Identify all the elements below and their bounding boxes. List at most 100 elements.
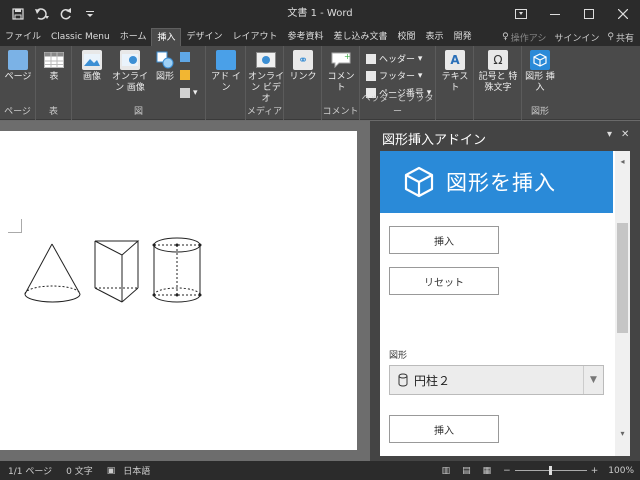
addin-button[interactable]: アド イン (210, 50, 242, 94)
tab-developer[interactable]: 開発 (449, 28, 477, 46)
group-links: ⚭ リンク (284, 46, 322, 120)
comment-button[interactable]: + コメント (324, 50, 358, 94)
tab-design[interactable]: デザイン (181, 28, 227, 46)
shapes-label: 図形 (155, 72, 174, 82)
page-count[interactable]: 1/1 ページ (8, 464, 52, 477)
tab-references[interactable]: 参考資料 (283, 28, 329, 46)
shape-select[interactable]: 円柱２ ▼ (389, 365, 604, 395)
online-picture-label: オンライン 画像 (111, 72, 148, 93)
group-symbols: Ω 記号と 特殊文字 (474, 46, 522, 120)
signin-link[interactable]: サインイン (554, 31, 599, 44)
insert-button-2[interactable]: 挿入 (389, 415, 499, 443)
page-icon (8, 50, 28, 70)
word-count[interactable]: 0 文字 (66, 464, 93, 477)
cone-shape (24, 243, 81, 303)
link-button[interactable]: ⚭ リンク (288, 50, 318, 83)
tab-file[interactable]: ファイル (0, 28, 46, 46)
pane-close-icon[interactable]: ✕ (621, 129, 629, 140)
footer-icon (366, 70, 376, 81)
chevron-down-icon[interactable]: ▼ (583, 366, 603, 394)
zoom-knob[interactable] (548, 466, 552, 475)
tab-home[interactable]: ホーム (115, 28, 152, 46)
addin-label: アド イン (211, 72, 241, 93)
scroll-thumb[interactable] (617, 223, 628, 333)
ribbon-tabs: ファイル Classic Menu ホーム 挿入 デザイン レイアウト 参考資料… (0, 28, 640, 46)
proofing-icon[interactable]: ▣ (107, 466, 116, 476)
footer-button[interactable]: フッター ▾ (366, 69, 422, 82)
insert-button[interactable]: 挿入 (389, 226, 499, 254)
shape-select-value: 円柱２ (414, 373, 451, 388)
save-icon[interactable] (6, 0, 30, 28)
zoom-slider[interactable] (514, 466, 587, 475)
tell-me-icon[interactable]: ♀ (502, 32, 509, 42)
tab-insert[interactable]: 挿入 (151, 28, 182, 46)
read-mode-icon[interactable]: ▥ (442, 466, 451, 476)
zoom-in-icon[interactable]: + (591, 466, 599, 476)
shapes-button[interactable]: 図形 (152, 50, 178, 83)
zoom-level[interactable]: 100% (608, 466, 634, 476)
scroll-up-arrow[interactable]: ◂ (617, 157, 628, 166)
language-indicator[interactable]: 日本語 (123, 464, 150, 477)
share-button[interactable]: 共有 (616, 31, 634, 44)
tab-classic-menu[interactable]: Classic Menu (46, 28, 115, 46)
chart-button[interactable] (180, 70, 193, 80)
header-button[interactable]: ヘッダー ▾ (366, 52, 422, 65)
group-label-comment: コメント (322, 107, 359, 117)
screenshot-button[interactable]: ▾ (180, 88, 198, 98)
customize-icon[interactable] (78, 0, 102, 28)
task-pane-title: 図形挿入アドイン (382, 133, 487, 148)
tell-me-box[interactable]: 操作アシ (511, 31, 547, 44)
reset-button[interactable]: リセット (389, 267, 499, 295)
ribbon-display-button[interactable] (504, 0, 538, 28)
tab-mailings[interactable]: 差し込み文書 (329, 28, 393, 46)
group-label-header-footer: ヘッダーとフッター (361, 94, 434, 117)
minimize-button[interactable] (538, 0, 572, 28)
online-picture-icon (120, 50, 140, 70)
group-label-table: 表 (48, 107, 58, 117)
page-button[interactable]: ページ (2, 50, 34, 83)
group-text: A テキスト (436, 46, 474, 120)
group-label-pages: ページ (4, 107, 31, 117)
table-button[interactable]: 表 (40, 50, 68, 83)
maximize-button[interactable] (572, 0, 606, 28)
shape-insert-button[interactable]: 図形 挿入 (525, 50, 555, 94)
tab-view[interactable]: 表示 (421, 28, 449, 46)
smartart-icon (180, 52, 190, 62)
addin-icon (216, 50, 236, 70)
share-icon[interactable]: ⚲ (607, 32, 614, 42)
online-video-button[interactable]: オンライン ビデオ (248, 50, 284, 105)
chart-icon (180, 70, 190, 80)
smartart-button[interactable] (180, 52, 193, 62)
ribbon: ページ ページ 表 表 画像 オンライン 画像 図形 ▾ 図 アド イン オンラ… (0, 46, 640, 120)
document-page[interactable] (0, 131, 357, 450)
pane-options-icon[interactable]: ▾ (607, 129, 612, 140)
textbox-icon: A (445, 50, 465, 70)
header-label: ヘッダー (379, 55, 416, 65)
omega-icon: Ω (488, 50, 508, 70)
group-table: 表 表 (36, 46, 72, 120)
svg-text:+: + (344, 52, 351, 61)
web-layout-icon[interactable]: ▦ (483, 466, 492, 476)
textbox-label: テキスト (441, 72, 469, 93)
undo-icon[interactable] (30, 0, 54, 28)
cylinder-shape (152, 237, 202, 303)
print-layout-icon[interactable]: ▤ (462, 466, 471, 476)
tab-review[interactable]: 校閲 (393, 28, 421, 46)
textbox-button[interactable]: A テキスト (438, 50, 472, 94)
group-label-illustrations: 図 (133, 107, 143, 117)
group-header-footer: ヘッダー ▾ フッター ▾ ページ番号 ▾ ヘッダーとフッター (360, 46, 436, 120)
scroll-down-arrow[interactable]: ▾ (617, 429, 628, 438)
group-media: オンライン ビデオ メディア (246, 46, 284, 120)
online-picture-button[interactable]: オンライン 画像 (110, 50, 150, 94)
symbol-button[interactable]: Ω 記号と 特殊文字 (476, 50, 520, 94)
shape-insert-label: 図形 挿入 (525, 72, 555, 93)
tab-layout[interactable]: レイアウト (227, 28, 282, 46)
redo-icon[interactable] (54, 0, 78, 28)
picture-button[interactable]: 画像 (76, 50, 108, 83)
comment-label: コメント (327, 72, 355, 93)
zoom-out-icon[interactable]: − (503, 466, 511, 476)
online-video-label: オンライン ビデオ (248, 72, 285, 104)
shapes-drawing[interactable] (0, 131, 357, 450)
close-button[interactable] (606, 0, 640, 28)
link-icon: ⚭ (293, 50, 313, 70)
